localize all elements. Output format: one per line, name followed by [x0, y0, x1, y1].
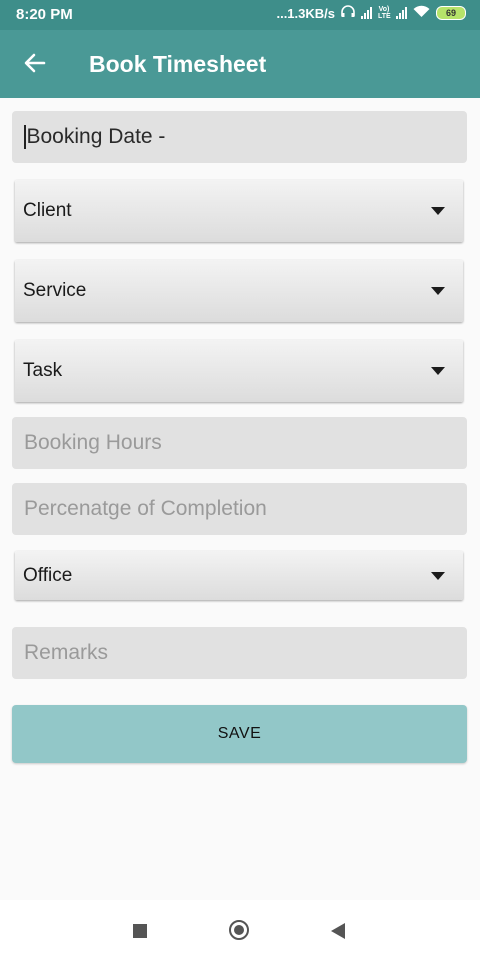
- client-dropdown-label: Client: [23, 200, 72, 221]
- headphones-icon: [341, 5, 355, 21]
- page-title: Book Timesheet: [89, 51, 267, 77]
- dropdown-arrow-icon: [431, 571, 445, 580]
- status-icons: ...1.3KB/s Vo) LTE 69: [276, 5, 466, 21]
- service-dropdown[interactable]: Service: [15, 260, 463, 322]
- booking-date-value: Booking Date -: [26, 125, 166, 148]
- wifi-icon: [413, 5, 430, 21]
- signal-icon-2: [396, 7, 407, 19]
- network-speed: ...1.3KB/s: [276, 5, 335, 21]
- home-icon[interactable]: [229, 920, 249, 940]
- battery-icon: 69: [436, 6, 466, 20]
- dropdown-arrow-icon: [431, 287, 445, 295]
- dropdown-arrow-icon: [431, 207, 445, 215]
- office-dropdown[interactable]: Office: [15, 551, 463, 600]
- signal-icon: [361, 7, 372, 19]
- completion-percentage-input[interactable]: Percenatge of Completion: [12, 483, 467, 535]
- text-cursor: [24, 125, 26, 149]
- back-triangle-icon[interactable]: [331, 923, 345, 939]
- service-dropdown-label: Service: [23, 280, 87, 301]
- arrow-left-icon[interactable]: [22, 50, 48, 76]
- navigation-bar: [0, 900, 480, 960]
- save-button[interactable]: SAVE: [12, 705, 467, 763]
- task-dropdown[interactable]: Task: [15, 340, 463, 402]
- status-bar: 8:20 PM ...1.3KB/s Vo) LTE 69: [0, 0, 480, 30]
- task-dropdown-label: Task: [23, 360, 63, 381]
- booking-hours-input[interactable]: Booking Hours: [12, 417, 467, 469]
- client-dropdown[interactable]: Client: [15, 180, 463, 242]
- completion-placeholder: Percenatge of Completion: [24, 497, 267, 520]
- volte-icon: Vo) LTE: [378, 6, 391, 20]
- remarks-input[interactable]: Remarks: [12, 627, 467, 679]
- recents-icon[interactable]: [133, 924, 147, 938]
- remarks-placeholder: Remarks: [24, 641, 109, 664]
- booking-hours-placeholder: Booking Hours: [24, 431, 162, 454]
- status-time: 8:20 PM: [16, 6, 73, 23]
- office-dropdown-label: Office: [23, 564, 73, 586]
- app-bar: Book Timesheet: [0, 30, 480, 98]
- dropdown-arrow-icon: [431, 367, 445, 375]
- booking-date-field[interactable]: Booking Date -: [12, 111, 467, 163]
